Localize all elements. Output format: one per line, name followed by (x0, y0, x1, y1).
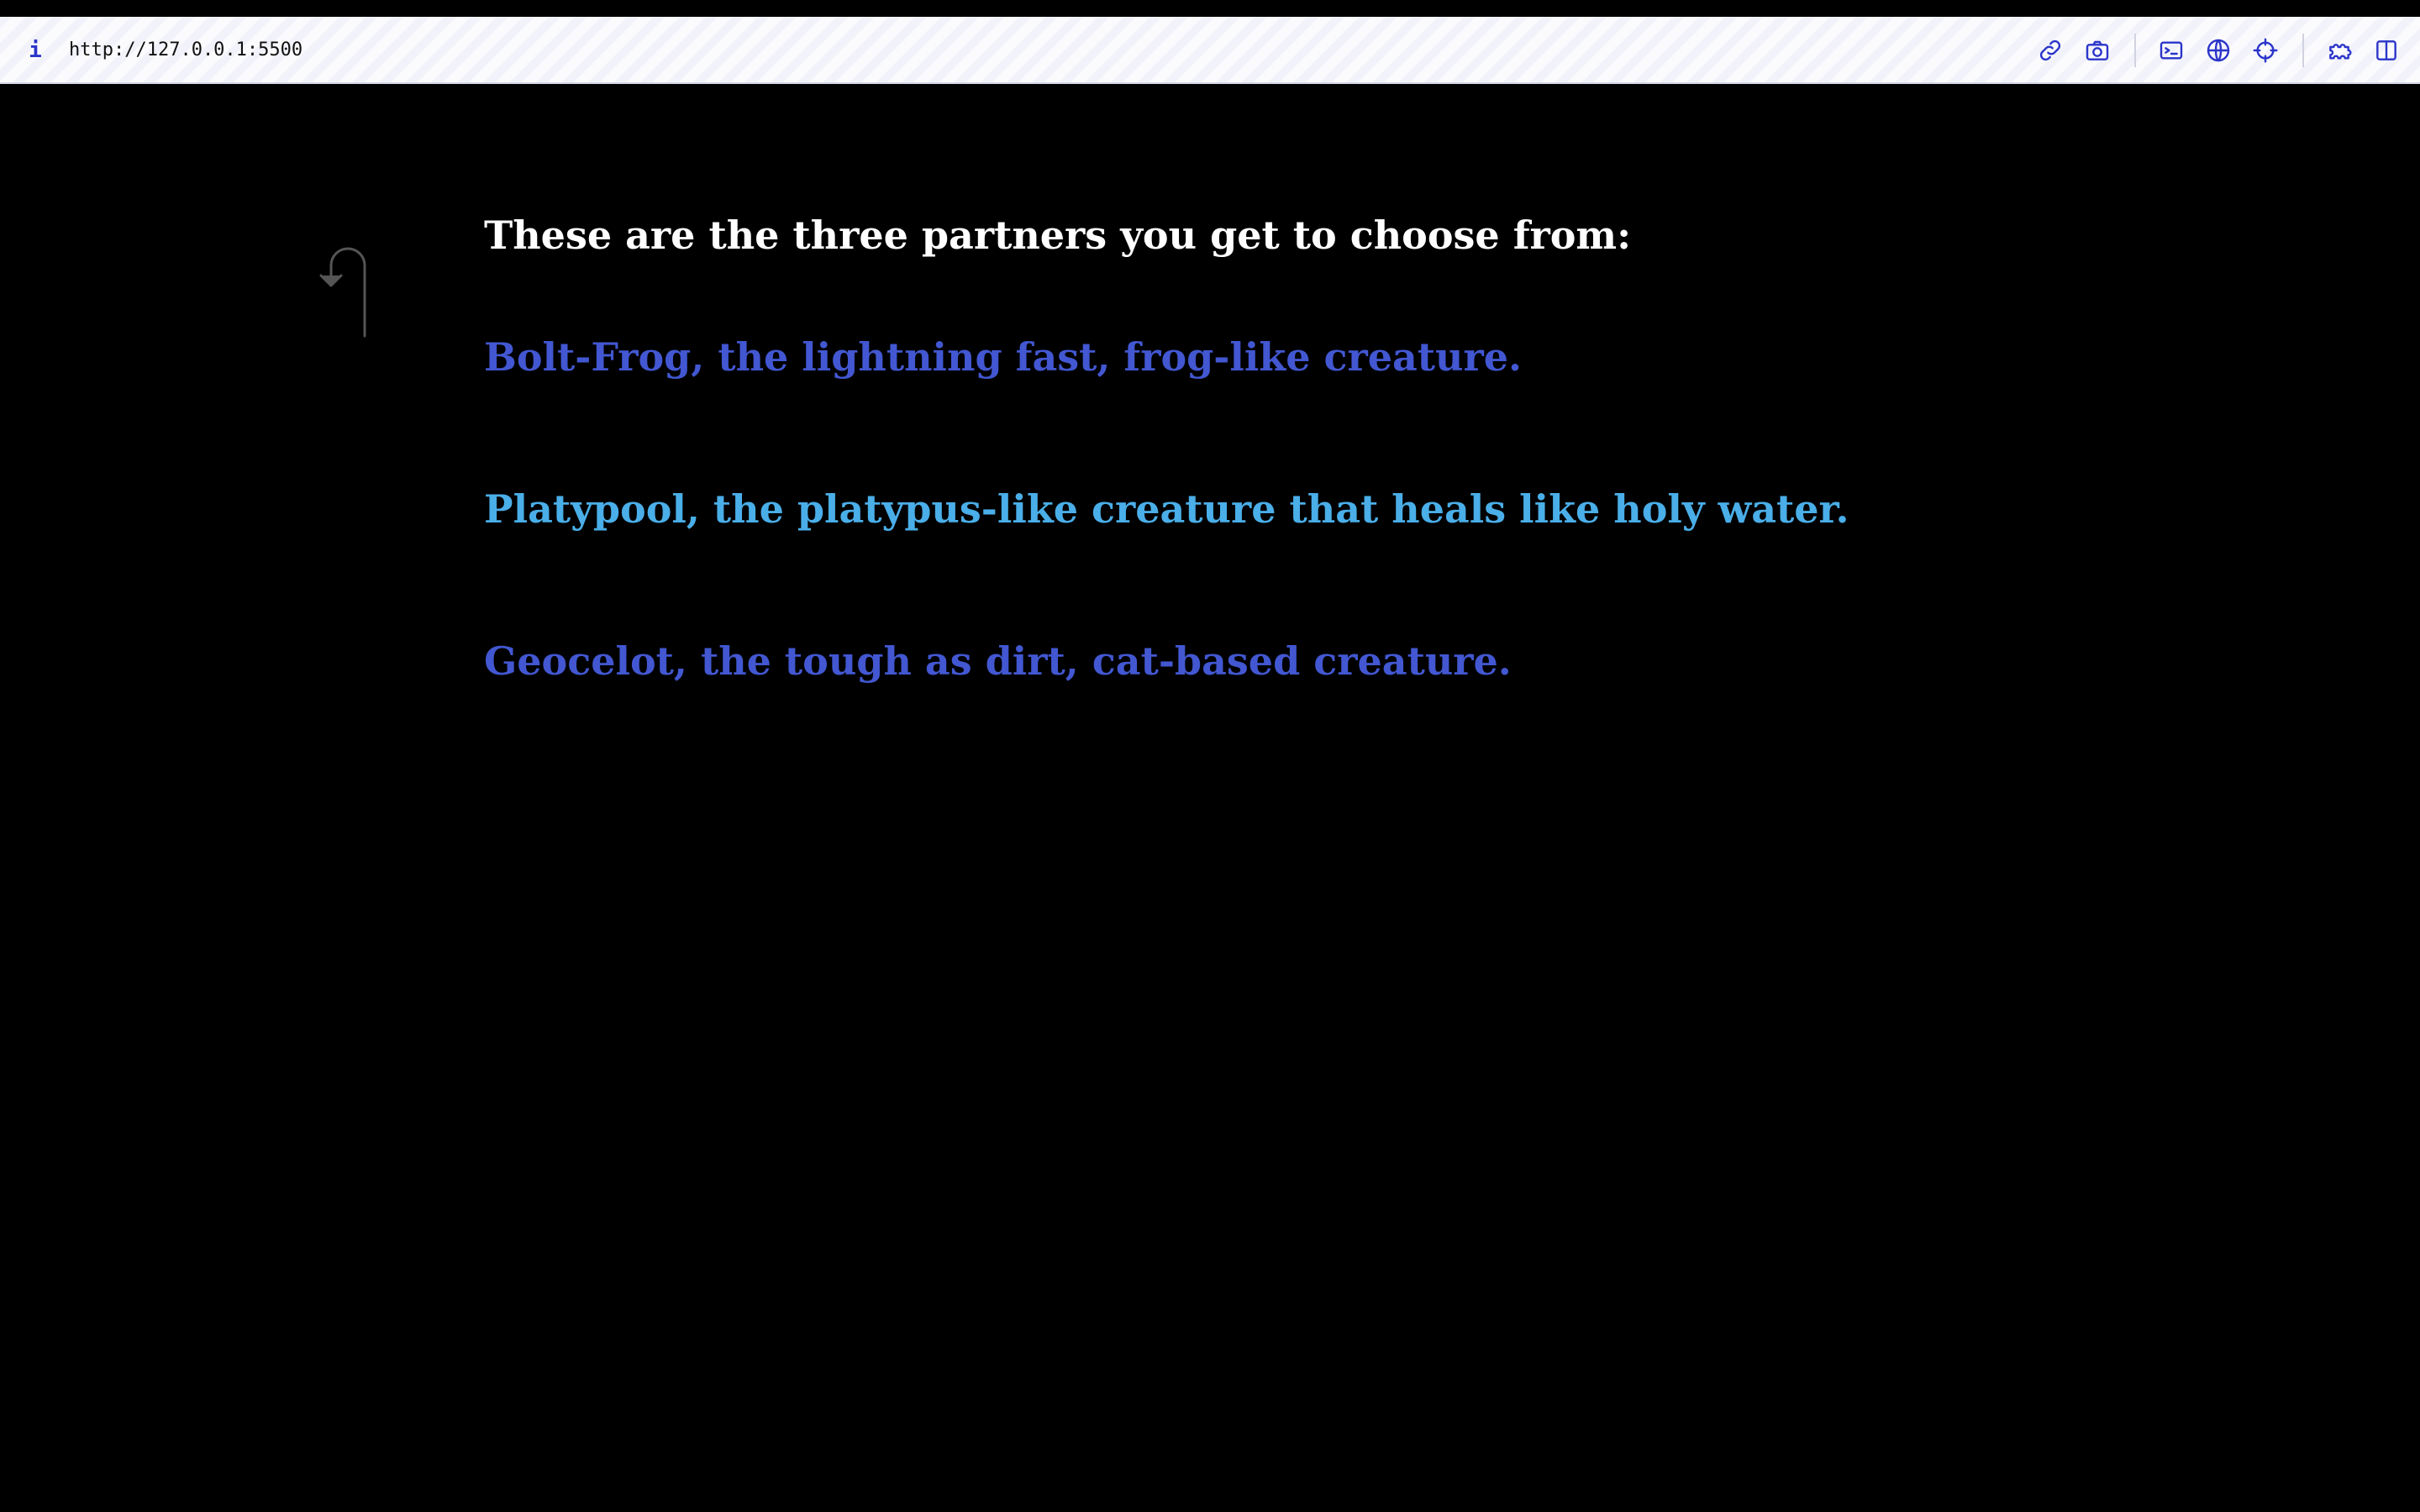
toolbar-divider (2302, 34, 2304, 67)
page-content: These are the three partners you get to … (0, 84, 2420, 1512)
url-text[interactable]: http://127.0.0.1:5500 (69, 35, 302, 66)
globe-icon[interactable] (2200, 32, 2237, 69)
toolbar-divider (2134, 34, 2136, 67)
back-hook-arrow-icon[interactable] (309, 240, 370, 341)
camera-icon[interactable] (2079, 32, 2116, 69)
split-view-icon[interactable] (2368, 32, 2405, 69)
partner-link-platypool[interactable]: Platypool, the platypus-like creature th… (484, 475, 1849, 543)
info-icon[interactable]: i (27, 35, 44, 66)
partner-link-geocelot[interactable]: Geocelot, the tough as dirt, cat-based c… (484, 627, 1512, 695)
crosshair-icon[interactable] (2247, 32, 2284, 69)
page-heading: These are the three partners you get to … (484, 213, 1632, 258)
browser-address-bar: i http://127.0.0.1:5500 (0, 17, 2420, 84)
terminal-icon[interactable] (2153, 32, 2190, 69)
extensions-icon[interactable] (2321, 32, 2358, 69)
window-top-strip (0, 0, 2420, 17)
partner-link-bolt-frog[interactable]: Bolt-Frog, the lightning fast, frog-like… (484, 323, 1522, 391)
link-icon[interactable] (2032, 32, 2069, 69)
